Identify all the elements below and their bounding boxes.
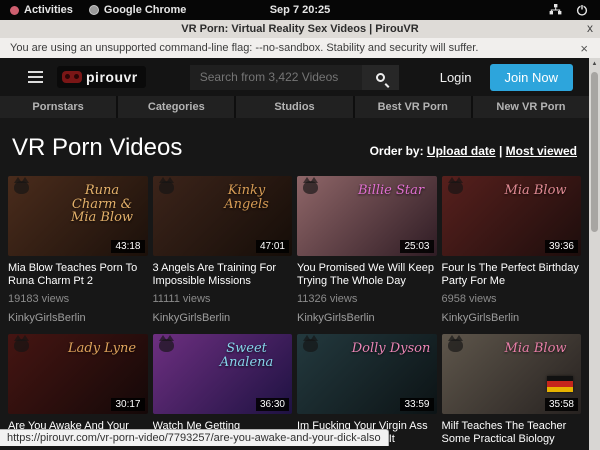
video-title-link[interactable]: Four Is The Perfect Birthday Party For M… — [442, 262, 582, 288]
video-views: 11111 views — [153, 293, 293, 306]
focused-app-label: Google Chrome — [104, 4, 187, 16]
nav-item-studios[interactable]: Studios — [236, 96, 352, 118]
studio-link[interactable]: KinkyGirlsBerlin — [8, 312, 148, 325]
order-link-upload-date[interactable]: Upload date — [427, 144, 496, 158]
video-thumbnail[interactable]: Dolly Dyson 33:59 — [297, 334, 437, 414]
video-thumbnail[interactable]: Mia Blow 39:36 — [442, 176, 582, 256]
page-viewport: pirouvr Login Join Now Pornstars Categor… — [0, 58, 589, 450]
studio-watermark-icon — [448, 181, 463, 194]
activities-icon — [10, 6, 19, 15]
duration-badge: 36:30 — [256, 398, 289, 411]
page-title: VR Porn Videos — [12, 134, 182, 162]
studio-watermark-icon — [303, 181, 318, 194]
chrome-icon — [89, 5, 99, 15]
warning-close-icon[interactable]: × — [580, 41, 588, 56]
video-grid: Runa Charm & Mia Blow 43:18 Mia Blow Tea… — [0, 162, 589, 450]
scrollbar-thumb[interactable] — [591, 72, 598, 232]
order-by-label: Order by: — [370, 144, 424, 158]
window-close-icon[interactable]: x — [587, 21, 593, 35]
nav-item-pornstars[interactable]: Pornstars — [0, 96, 116, 118]
main-nav: Pornstars Categories Studios Best VR Por… — [0, 96, 589, 118]
video-thumbnail[interactable]: Sweet Analena 36:30 — [153, 334, 293, 414]
focused-app-menu[interactable]: Google Chrome — [89, 4, 187, 16]
activities-button[interactable]: Activities — [10, 4, 73, 16]
thumbnail-overlay-title: Sweet Analena — [206, 342, 287, 369]
thumbnail-overlay-title: Mia Blow — [495, 342, 576, 356]
video-card: Kinky Angels 47:01 3 Angels Are Training… — [153, 176, 293, 325]
page-scrollbar[interactable]: ▲ — [589, 58, 600, 450]
video-card: Billie Star 25:03 You Promised We Will K… — [297, 176, 437, 325]
video-card: Mia Blow 39:36 Four Is The Perfect Birth… — [442, 176, 582, 325]
thumbnail-overlay-title: Lady Lyne — [62, 342, 143, 356]
video-views: 6958 views — [442, 293, 582, 306]
video-title-link[interactable]: Milf Teaches The Teacher Some Practical … — [442, 420, 582, 446]
thumbnail-overlay-title: Runa Charm & Mia Blow — [62, 184, 143, 225]
site-header: pirouvr Login Join Now — [0, 58, 589, 96]
studio-watermark-icon — [14, 181, 29, 194]
hamburger-menu-icon[interactable] — [28, 71, 43, 83]
video-thumbnail[interactable]: Lady Lyne 30:17 — [8, 334, 148, 414]
duration-badge: 30:17 — [111, 398, 144, 411]
login-link[interactable]: Login — [440, 70, 472, 85]
video-card: Mia Blow 35:58 Milf Teaches The Teacher … — [442, 334, 582, 450]
video-views: 19183 views — [8, 293, 148, 306]
warning-text: You are using an unsupported command-lin… — [0, 42, 478, 54]
video-thumbnail[interactable]: Runa Charm & Mia Blow 43:18 — [8, 176, 148, 256]
system-top-bar: Activities Google Chrome Sep 7 20:25 — [0, 0, 600, 20]
video-thumbnail[interactable]: Billie Star 25:03 — [297, 176, 437, 256]
thumbnail-overlay-title: Dolly Dyson — [351, 342, 432, 356]
studio-watermark-icon — [303, 339, 318, 352]
studio-link[interactable]: KinkyGirlsBerlin — [442, 312, 582, 325]
scrollbar-up-arrow-icon[interactable]: ▲ — [589, 61, 600, 67]
search-icon — [376, 73, 385, 82]
search-button[interactable] — [362, 65, 399, 90]
order-by: Order by: Upload date | Most viewed — [370, 144, 577, 162]
search-input[interactable] — [190, 65, 362, 90]
screen: Activities Google Chrome Sep 7 20:25 V — [0, 0, 600, 450]
duration-badge: 39:36 — [545, 240, 578, 253]
order-link-most-viewed[interactable]: Most viewed — [506, 144, 577, 158]
search-group — [190, 65, 399, 90]
studio-watermark-icon — [159, 181, 174, 194]
site-logo[interactable]: pirouvr — [57, 66, 146, 88]
thumbnail-overlay-title: Mia Blow — [495, 184, 576, 198]
page-head: VR Porn Videos Order by: Upload date | M… — [0, 118, 589, 162]
activities-label: Activities — [24, 4, 73, 16]
power-icon[interactable] — [576, 4, 588, 16]
thumbnail-overlay-title: Kinky Angels — [206, 184, 287, 211]
network-icon[interactable] — [549, 4, 562, 16]
duration-badge: 35:58 — [545, 398, 578, 411]
studio-watermark-icon — [14, 339, 29, 352]
nav-item-categories[interactable]: Categories — [118, 96, 234, 118]
studio-link[interactable]: KinkyGirlsBerlin — [297, 312, 437, 325]
vr-goggles-icon — [62, 71, 82, 83]
video-views: 11326 views — [297, 293, 437, 306]
german-flag-icon — [547, 376, 573, 392]
video-thumbnail[interactable]: Kinky Angels 47:01 — [153, 176, 293, 256]
video-title-link[interactable]: 3 Angels Are Training For Impossible Mis… — [153, 262, 293, 288]
duration-badge: 25:03 — [400, 240, 433, 253]
nav-item-new-vr-porn[interactable]: New VR Porn — [473, 96, 589, 118]
browser-title-bar: VR Porn: Virtual Reality Sex Videos | Pi… — [0, 20, 600, 38]
nav-item-best-vr-porn[interactable]: Best VR Porn — [355, 96, 471, 118]
video-title-link[interactable]: Mia Blow Teaches Porn To Runa Charm Pt 2 — [8, 262, 148, 288]
video-title-link[interactable]: You Promised We Will Keep Trying The Who… — [297, 262, 437, 288]
duration-badge: 43:18 — [111, 240, 144, 253]
join-now-button[interactable]: Join Now — [490, 64, 573, 91]
studio-watermark-icon — [448, 339, 463, 352]
status-url-bubble: https://pirouvr.com/vr-porn-video/779325… — [0, 429, 389, 446]
thumbnail-overlay-title: Billie Star — [351, 184, 432, 198]
studio-watermark-icon — [159, 339, 174, 352]
duration-badge: 47:01 — [256, 240, 289, 253]
video-card: Runa Charm & Mia Blow 43:18 Mia Blow Tea… — [8, 176, 148, 325]
order-separator: | — [499, 144, 502, 158]
video-thumbnail[interactable]: Mia Blow 35:58 — [442, 334, 582, 414]
warning-infobar: You are using an unsupported command-lin… — [0, 38, 600, 58]
logo-text: pirouvr — [86, 69, 138, 85]
tab-title: VR Porn: Virtual Reality Sex Videos | Pi… — [181, 23, 418, 35]
duration-badge: 33:59 — [400, 398, 433, 411]
studio-link[interactable]: KinkyGirlsBerlin — [153, 312, 293, 325]
